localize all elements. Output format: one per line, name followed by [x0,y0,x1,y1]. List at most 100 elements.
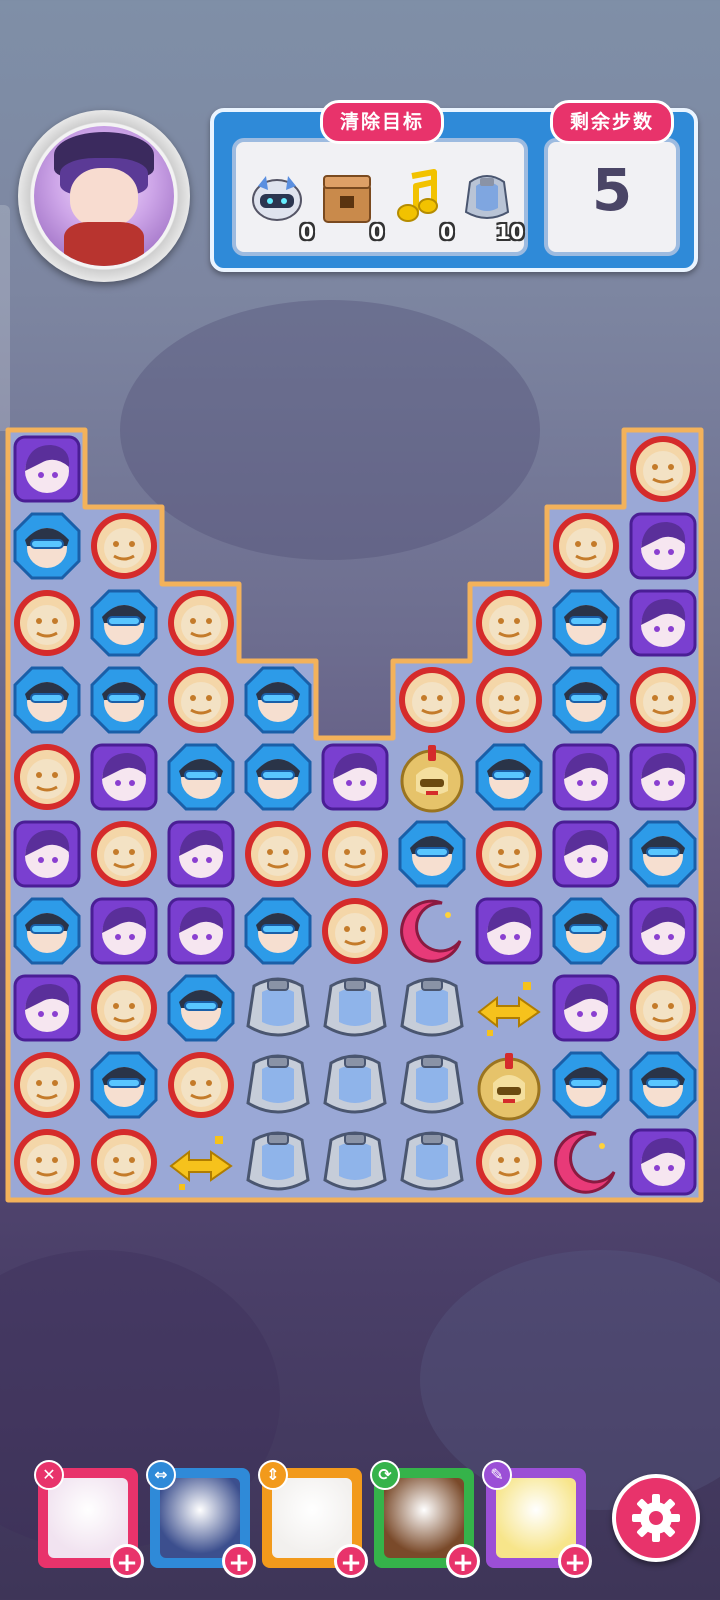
settings-button[interactable] [612,1474,700,1562]
tile-blue[interactable] [165,741,237,813]
armor-piece-icon [245,1054,310,1113]
tile-armor[interactable] [242,1049,314,1121]
purple-piece-icon [552,743,619,810]
tile-red[interactable] [165,587,237,659]
tile-blue[interactable] [88,664,160,736]
tile-red[interactable] [11,1049,83,1121]
hero-masked-card[interactable]: ⇔ + [146,1460,256,1578]
arrows-piece-icon [168,1135,233,1190]
tile-purple[interactable] [88,741,160,813]
tile-purple[interactable] [11,972,83,1044]
tile-red[interactable] [473,1126,545,1198]
tile-purple[interactable] [550,741,622,813]
tile-red[interactable] [88,510,160,582]
tile-red[interactable] [319,895,391,967]
tile-blue[interactable] [11,510,83,582]
red-piece-icon [90,1128,157,1195]
tile-moon[interactable] [550,1126,622,1198]
tile-blue[interactable] [165,972,237,1044]
tile-blue[interactable] [473,741,545,813]
tile-blue[interactable] [11,895,83,967]
tile-blue[interactable] [550,587,622,659]
upgrade-plus-button[interactable]: + [334,1544,368,1578]
tile-purple[interactable] [627,510,699,582]
side-drawer-tab[interactable] [0,205,10,431]
purple-piece-icon [13,820,80,887]
tile-blue[interactable] [11,664,83,736]
tile-blue[interactable] [88,1049,160,1121]
tile-blue[interactable] [242,664,314,736]
tile-red[interactable] [627,664,699,736]
hero-blonde-card[interactable]: ✎ + [482,1460,592,1578]
tile-purple[interactable] [165,895,237,967]
tile-blue[interactable] [627,818,699,890]
tile-red[interactable] [11,1126,83,1198]
tile-red[interactable] [242,818,314,890]
tile-blue[interactable] [242,895,314,967]
armor-icon [464,175,510,219]
tile-red[interactable] [88,972,160,1044]
tile-blue[interactable] [550,1049,622,1121]
tile-red[interactable] [165,664,237,736]
hero-white-hat-card[interactable]: ✕ + [34,1460,144,1578]
tile-red[interactable] [11,587,83,659]
tile-purple[interactable] [11,818,83,890]
upgrade-plus-button[interactable]: + [110,1544,144,1578]
hero-brown-hair-card[interactable]: ⟳ + [370,1460,480,1578]
tile-gold[interactable] [473,1049,545,1121]
tile-armor[interactable] [319,972,391,1044]
purple-piece-icon [13,974,80,1041]
upgrade-plus-button[interactable]: + [558,1544,592,1578]
tile-blue[interactable] [396,818,468,890]
tile-red[interactable] [627,433,699,505]
tile-red[interactable] [550,510,622,582]
tile-red[interactable] [165,1049,237,1121]
hero-white-hair-card[interactable]: ⇕ + [258,1460,368,1578]
tile-purple[interactable] [550,972,622,1044]
tile-arrows[interactable] [165,1126,237,1198]
tile-purple[interactable] [11,433,83,505]
blue-piece-icon [167,974,234,1041]
tile-blue[interactable] [627,1049,699,1121]
tile-purple[interactable] [627,1126,699,1198]
tile-blue[interactable] [88,587,160,659]
tile-armor[interactable] [396,972,468,1044]
tile-blue[interactable] [242,741,314,813]
tile-blue[interactable] [550,895,622,967]
tile-arrows[interactable] [473,972,545,1044]
tile-armor[interactable] [319,1049,391,1121]
red-piece-icon [321,897,388,964]
tile-armor[interactable] [242,1126,314,1198]
tile-armor[interactable] [396,1049,468,1121]
upgrade-plus-button[interactable]: + [222,1544,256,1578]
tile-red[interactable] [473,818,545,890]
blue-piece-icon [552,1051,619,1118]
tile-red[interactable] [473,664,545,736]
tile-armor[interactable] [396,1126,468,1198]
tile-red[interactable] [88,818,160,890]
tile-moon[interactable] [396,895,468,967]
tile-gold[interactable] [396,741,468,813]
tile-purple[interactable] [319,741,391,813]
tile-purple[interactable] [473,895,545,967]
tile-purple[interactable] [627,587,699,659]
player-avatar[interactable] [18,110,190,282]
tile-purple[interactable] [88,895,160,967]
red-piece-icon [629,974,696,1041]
tile-red[interactable] [396,664,468,736]
tile-red[interactable] [319,818,391,890]
tile-red[interactable] [11,741,83,813]
tile-armor[interactable] [319,1126,391,1198]
goal-item: 10 [454,162,524,244]
tile-blue[interactable] [550,664,622,736]
tile-purple[interactable] [627,741,699,813]
goal-list: 0 0 0 10 [232,138,528,256]
tile-armor[interactable] [242,972,314,1044]
tile-purple[interactable] [627,895,699,967]
upgrade-plus-button[interactable]: + [446,1544,480,1578]
tile-red[interactable] [88,1126,160,1198]
tile-purple[interactable] [165,818,237,890]
tile-red[interactable] [473,587,545,659]
tile-red[interactable] [627,972,699,1044]
tile-purple[interactable] [550,818,622,890]
